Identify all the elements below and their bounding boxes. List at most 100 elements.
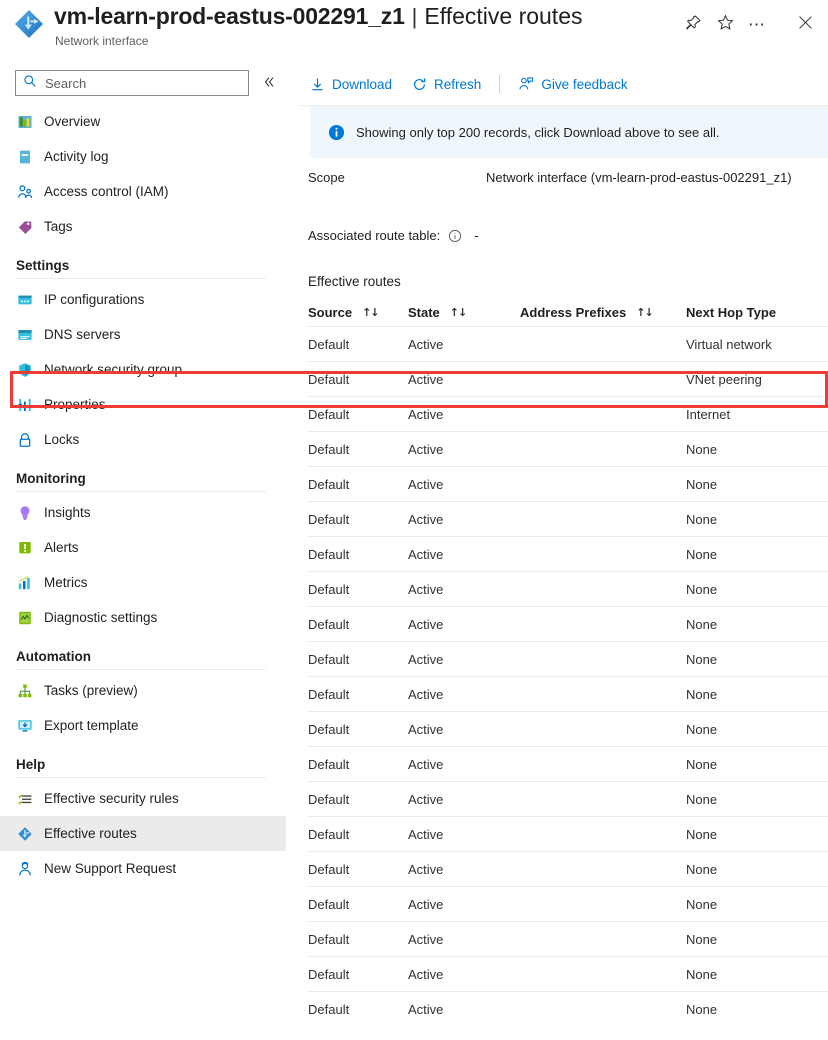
command-separator <box>499 75 501 93</box>
cell-source: Default <box>308 476 350 492</box>
cell-next-hop-type: None <box>686 896 718 912</box>
close-blade-button[interactable] <box>790 10 820 40</box>
table-row[interactable]: Default Active None <box>308 711 828 746</box>
more-ellipsis-icon: ⋯ <box>748 15 766 34</box>
table-row[interactable]: Default Active None <box>308 536 828 571</box>
sidebar-group-divider <box>16 278 266 279</box>
sidebar-item-locks[interactable]: Locks <box>0 422 286 457</box>
table-row[interactable]: Default Active None <box>308 921 828 956</box>
sidebar-item-label: Diagnostic settings <box>44 610 158 625</box>
shield-icon <box>16 361 33 378</box>
table-row[interactable]: Default Active None <box>308 886 828 921</box>
cell-next-hop-type: None <box>686 826 718 842</box>
search-input[interactable] <box>43 74 233 92</box>
cell-state: Active <box>408 686 444 702</box>
table-row[interactable]: Default Active None <box>308 781 828 816</box>
cell-next-hop-type: None <box>686 476 718 492</box>
sidebar-item-activity-log[interactable]: Activity log <box>0 139 286 174</box>
sidebar-item-effective-security-rules[interactable]: Effective security rules <box>0 781 286 816</box>
table-header-row: Source ↑↓ State ↑↓ Address Prefixes ↑↓ Next Ho… <box>308 298 828 326</box>
sort-arrows-icon[interactable]: ↑↓ <box>636 306 653 319</box>
sidebar-item-export-template[interactable]: Export template <box>0 708 286 743</box>
column-header-source[interactable]: Source ↑↓ <box>308 305 408 320</box>
resource-name: vm-learn-prod-eastus-002291_z1 <box>54 3 405 29</box>
ip-configurations-icon <box>16 291 33 308</box>
cell-state: Active <box>408 721 444 737</box>
table-row[interactable]: Default Active None <box>308 641 828 676</box>
sidebar-group-title: Settings <box>16 258 70 273</box>
network-interface-icon <box>12 7 46 41</box>
pin-button[interactable] <box>678 10 708 40</box>
table-row[interactable]: Default Active None <box>308 431 828 466</box>
sidebar-search <box>15 70 249 96</box>
search-box[interactable] <box>15 70 249 96</box>
cell-state: Active <box>408 371 444 387</box>
download-button[interactable]: Download <box>300 69 402 99</box>
associated-route-table-row: Associated route table: - <box>308 228 479 243</box>
sidebar-group-title: Monitoring <box>16 471 86 486</box>
table-row[interactable]: Default Active None <box>308 956 828 991</box>
sidebar-item-label: Properties <box>44 397 106 412</box>
table-row[interactable]: Default Active None <box>308 466 828 501</box>
sidebar-item-label: Activity log <box>44 149 109 164</box>
sidebar-item-label: New Support Request <box>44 861 177 876</box>
column-header-state[interactable]: State ↑↓ <box>408 305 520 320</box>
table-row[interactable]: Default Active None <box>308 571 828 606</box>
sidebar-item-tags[interactable]: Tags <box>0 209 286 244</box>
cell-source: Default <box>308 511 350 527</box>
give-feedback-button[interactable]: Give feedback <box>508 69 637 99</box>
sidebar-item-network-security-group[interactable]: Network security group <box>0 352 286 387</box>
tags-icon <box>16 218 33 235</box>
sidebar-item-properties[interactable]: Properties <box>0 387 286 422</box>
sidebar-collapse-button[interactable] <box>258 72 280 94</box>
cell-source: Default <box>308 371 350 387</box>
dns-servers-icon <box>16 326 33 343</box>
cell-source: Default <box>308 651 350 667</box>
sidebar-item-new-support-request[interactable]: New Support Request <box>0 851 286 886</box>
sidebar-item-label: Locks <box>44 432 80 447</box>
column-header-next-hop-type[interactable]: Next Hop Type <box>686 305 826 320</box>
cell-next-hop-type: VNet peering <box>686 371 762 387</box>
table-row[interactable]: Default Active None <box>308 606 828 641</box>
sidebar-item-metrics[interactable]: Metrics <box>0 565 286 600</box>
cell-next-hop-type: None <box>686 791 718 807</box>
sort-arrows-icon[interactable]: ↑↓ <box>362 306 379 319</box>
info-circle-outline-icon[interactable] <box>448 229 462 243</box>
sidebar-item-access-control-iam[interactable]: Access control (IAM) <box>0 174 286 209</box>
resource-type-subtitle: Network interface <box>55 34 149 48</box>
more-options-button[interactable]: ⋯ <box>742 10 772 40</box>
cell-source: Default <box>308 826 350 842</box>
table-row[interactable]: Default Active Virtual network <box>308 326 828 361</box>
column-header-address-prefixes[interactable]: Address Prefixes ↑↓ <box>520 305 686 320</box>
cell-next-hop-type: Virtual network <box>686 336 772 352</box>
table-row[interactable]: Default Active None <box>308 746 828 781</box>
cell-next-hop-type: None <box>686 651 718 667</box>
refresh-button[interactable]: Refresh <box>402 69 491 99</box>
header-action-group: ⋯ <box>678 10 820 40</box>
sidebar-item-label: Insights <box>44 505 91 520</box>
sidebar-item-effective-routes[interactable]: Effective routes <box>0 816 286 851</box>
sidebar-item-ip-configurations[interactable]: IP configurations <box>0 282 286 317</box>
table-row[interactable]: Default Active None <box>308 816 828 851</box>
sidebar-item-tasks-preview[interactable]: Tasks (preview) <box>0 673 286 708</box>
sidebar-item-alerts[interactable]: Alerts <box>0 530 286 565</box>
access-control-icon <box>16 183 33 200</box>
table-row[interactable]: Default Active None <box>308 851 828 886</box>
associated-route-table-label: Associated route table: <box>308 228 441 243</box>
sort-arrows-icon[interactable]: ↑↓ <box>450 306 467 319</box>
sidebar-item-overview[interactable]: Overview <box>0 104 286 139</box>
favorite-button[interactable] <box>710 10 740 40</box>
sidebar-item-dns-servers[interactable]: DNS servers <box>0 317 286 352</box>
cell-source: Default <box>308 756 350 772</box>
sidebar-item-insights[interactable]: Insights <box>0 495 286 530</box>
cell-source: Default <box>308 336 350 352</box>
favorite-star-icon <box>716 14 734 36</box>
table-row[interactable]: Default Active Internet <box>308 396 828 431</box>
table-row[interactable]: Default Active VNet peering <box>308 361 828 396</box>
pin-icon <box>685 14 702 36</box>
sidebar-item-diagnostic-settings[interactable]: Diagnostic settings <box>0 600 286 635</box>
table-row[interactable]: Default Active None <box>308 501 828 536</box>
page-title: vm-learn-prod-eastus-002291_z1 | Effecti… <box>54 3 583 30</box>
table-row[interactable]: Default Active None <box>308 676 828 711</box>
table-row[interactable]: Default Active None <box>308 991 828 1026</box>
